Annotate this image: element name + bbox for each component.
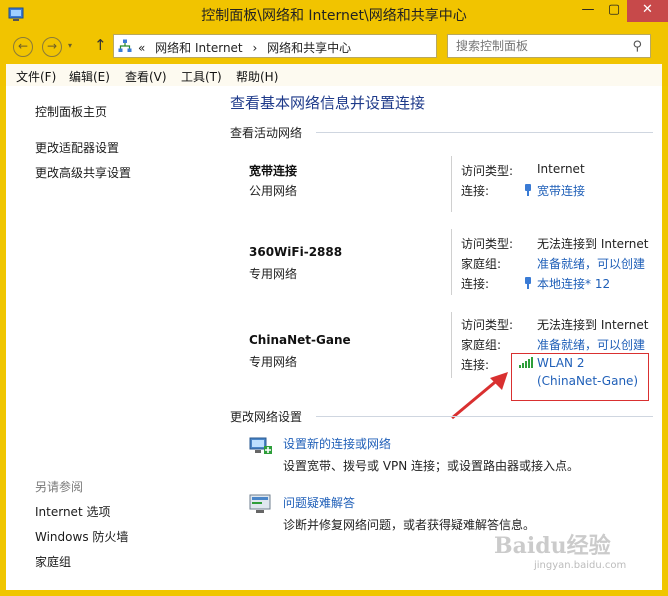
connection-name[interactable]: 宽带连接 [537, 184, 585, 198]
new-connection-icon [249, 437, 272, 454]
watermark-url: jingyan.baidu.com [534, 560, 627, 571]
menu-tools[interactable]: 工具(T) [181, 68, 222, 85]
divider [451, 229, 452, 295]
forward-button[interactable]: → [42, 37, 62, 57]
address-field[interactable]: « 网络和 Internet › 网络和共享中心 ▾ ↻ [113, 34, 537, 58]
connection-link[interactable]: 本地连接* 12 [525, 275, 610, 292]
highlight-box [511, 353, 649, 401]
menu-edit[interactable]: 编辑(E) [69, 68, 110, 85]
close-button[interactable]: ✕ [627, 0, 668, 22]
network-center-icon [118, 39, 132, 52]
connection-link[interactable]: 宽带连接 [525, 182, 585, 199]
breadcrumb-separator[interactable]: › [252, 41, 257, 55]
sidebar-change-adapter[interactable]: 更改适配器设置 [35, 139, 119, 156]
menu-help[interactable]: 帮助(H) [236, 68, 278, 85]
homegroup-label: 家庭组: [461, 257, 502, 271]
homegroup-link[interactable]: 准备就绪，可以创建 [537, 255, 645, 272]
search-box[interactable]: ⚲ [447, 34, 651, 58]
divider [451, 312, 452, 378]
access-type-value: 无法连接到 Internet [537, 237, 649, 251]
access-type-value: Internet [537, 162, 585, 176]
watermark-logo: Baidu经验 [494, 533, 611, 559]
homegroup-link[interactable]: 准备就绪，可以创建 [537, 336, 645, 353]
network-type[interactable]: 专用网络 [249, 265, 297, 282]
change-settings-heading: 更改网络设置 [230, 410, 303, 424]
address-toolbar: ← → ▾ ↑ « 网络和 Internet › 网络和共享中心 ▾ ↻ ⚲ [0, 28, 668, 64]
access-type-label: 访问类型: [461, 237, 514, 251]
menu-view[interactable]: 查看(V) [125, 68, 167, 85]
window-title: 控制面板\网络和 Internet\网络和共享中心 [201, 8, 467, 24]
connection-label: 连接: [461, 184, 490, 198]
recent-pages-dropdown[interactable]: ▾ [68, 41, 72, 50]
breadcrumb-sharing-center[interactable]: 网络和共享中心 [267, 41, 351, 55]
menu-file[interactable]: 文件(F) [16, 68, 56, 85]
cable-icon [525, 277, 531, 289]
access-type-label: 访问类型: [461, 318, 514, 332]
menu-bar: 文件(F) 编辑(E) 查看(V) 工具(T) 帮助(H) [0, 64, 668, 86]
network-name: ChinaNet-Gane [249, 333, 351, 347]
access-type-value: 无法连接到 Internet [537, 318, 649, 332]
network-name: 宽带连接 [249, 164, 298, 178]
title-bar: 控制面板\网络和 Internet\网络和共享中心 — ▢ ✕ [0, 0, 668, 28]
setup-connection-description: 设置宽带、拨号或 VPN 连接；或设置路由器或接入点。 [283, 459, 580, 473]
search-input[interactable] [456, 38, 626, 54]
search-icon[interactable]: ⚲ [632, 39, 642, 54]
breadcrumb-network-internet[interactable]: 网络和 Internet [155, 41, 242, 55]
maximize-button[interactable]: ▢ [601, 0, 627, 22]
network-name: 360WiFi-2888 [249, 245, 343, 259]
sidebar-advanced-sharing[interactable]: 更改高级共享设置 [35, 164, 131, 181]
network-type[interactable]: 专用网络 [249, 353, 297, 370]
connection-name[interactable]: 本地连接* 12 [537, 277, 610, 291]
setup-connection-link[interactable]: 设置新的连接或网络 [283, 435, 391, 452]
sidebar-control-panel-home[interactable]: 控制面板主页 [35, 103, 107, 120]
divider [316, 132, 653, 133]
page-title: 查看基本网络信息并设置连接 [230, 94, 426, 112]
sidebar-homegroup[interactable]: 家庭组 [35, 553, 71, 570]
access-type-label: 访问类型: [461, 164, 514, 178]
minimize-button[interactable]: — [575, 0, 601, 22]
connection-label: 连接: [461, 277, 490, 291]
watermark: Baidu经验 jingyan.baidu.com [494, 528, 626, 571]
network-type[interactable]: 公用网络 [249, 182, 297, 199]
breadcrumb-prefix: « [138, 41, 146, 55]
content-area: 控制面板主页 更改适配器设置 更改高级共享设置 另请参阅 Internet 选项… [6, 86, 662, 590]
troubleshoot-icon [249, 494, 271, 513]
up-button[interactable]: ↑ [94, 36, 107, 54]
divider [316, 416, 653, 417]
cable-icon [525, 184, 531, 196]
active-networks-heading: 查看活动网络 [230, 126, 303, 140]
homegroup-label: 家庭组: [461, 338, 502, 352]
arrow-icon [451, 372, 508, 420]
divider [451, 156, 452, 212]
sidebar-internet-options[interactable]: Internet 选项 [35, 503, 110, 520]
troubleshoot-link[interactable]: 问题疑难解答 [283, 494, 355, 511]
back-button[interactable]: ← [13, 37, 33, 57]
sidebar-windows-firewall[interactable]: Windows 防火墙 [35, 528, 128, 545]
see-also-heading: 另请参阅 [35, 480, 84, 494]
